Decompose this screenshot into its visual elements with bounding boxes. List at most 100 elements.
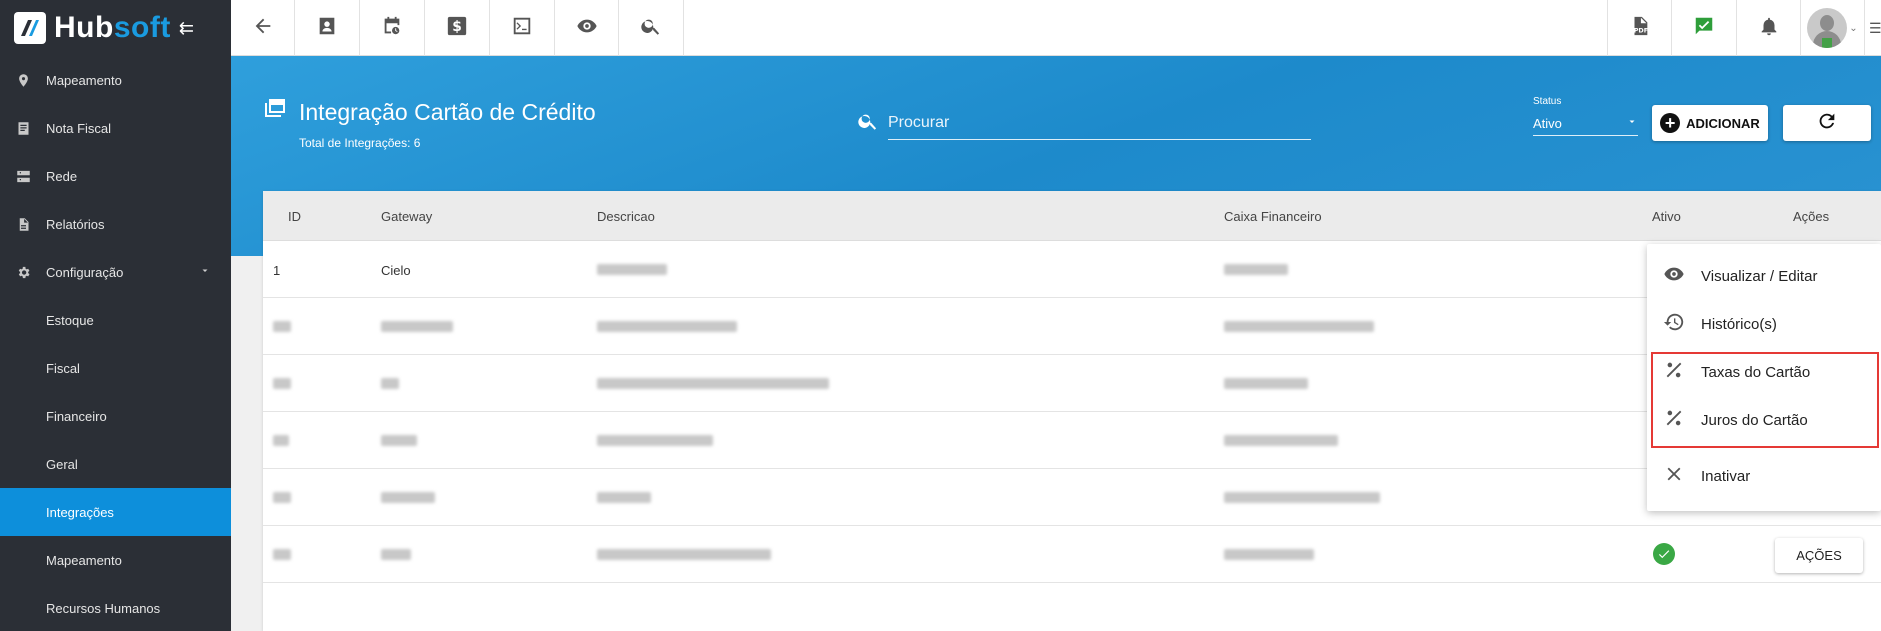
status-label: Status [1533,96,1562,107]
table-row[interactable]: 1 Cielo [263,241,1881,298]
menu-item-label: Visualizar / Editar [1701,267,1818,285]
table-row[interactable] [263,469,1881,526]
cell-gateway-redacted [381,320,453,335]
sidebar-sub-fiscal[interactable]: Fiscal [0,344,231,392]
table-row[interactable] [263,412,1881,469]
cell-caixa-redacted [1224,263,1288,278]
column-header-id[interactable]: ID [288,209,301,224]
schedule-icon [381,15,403,42]
search-button[interactable] [619,0,684,56]
status-value: Ativo [1533,116,1562,131]
cell-caixa-redacted [1224,491,1380,506]
sidebar-sub-geral[interactable]: Geral [0,440,231,488]
sidebar-item-label: Relatórios [46,216,105,232]
avatar [1807,8,1848,48]
sidebar-item-label: Mapeamento [46,72,122,88]
add-button[interactable]: + ADICIONAR [1652,105,1768,141]
cell-id-redacted [273,548,291,563]
cell-gateway-redacted [381,377,399,392]
user-menu-button[interactable]: ⌄ [1800,0,1864,56]
cell-id: 1 [273,263,281,278]
notifications-button[interactable] [1736,0,1800,56]
sidebar-sub-financeiro[interactable]: Financeiro [0,392,231,440]
status-select[interactable]: Ativo [1533,112,1638,136]
add-button-label: ADICIONAR [1686,115,1760,131]
contact-icon [316,15,338,42]
cell-caixa-redacted [1224,434,1338,449]
sidebar-item-label: Rede [46,168,78,184]
cell-gateway: Cielo [381,263,411,278]
sidebar-sub-integracoes[interactable]: Integrações [0,488,231,536]
terminal-button[interactable] [490,0,555,56]
eye-icon [1647,263,1701,289]
back-button[interactable] [231,0,295,56]
topbar: $ PDF ⌄ ☰ [231,0,1881,56]
sidebar-sub-estoque[interactable]: Estoque [0,296,231,344]
view-button[interactable] [555,0,619,56]
list-menu-button[interactable]: ☰ [1864,0,1881,56]
highlight-box [1651,352,1879,448]
logo-bar: Hubsoft ⇇ [0,0,231,56]
close-icon [1647,463,1701,489]
table-row[interactable]: AÇÕES [263,526,1881,583]
column-header-caixa[interactable]: Caixa Financeiro [1224,209,1322,224]
sidebar-item-label: Configuração [46,264,124,280]
column-header-acoes: Ações [1793,209,1830,224]
sidebar: Hubsoft ⇇ Mapeamento Nota Fiscal Rede Re… [0,0,231,631]
server-icon [0,169,46,184]
cell-caixa-redacted [1224,377,1308,392]
cell-caixa-redacted [1224,548,1314,563]
page-subtitle: Total de Integrações: 6 [299,136,421,150]
chevron-down-icon [199,265,211,280]
sidebar-item-configuracao[interactable]: Configuração [0,248,231,296]
table-row[interactable] [263,298,1881,355]
active-check-icon [1653,543,1675,565]
sidebar-item-mapeamento[interactable]: Mapeamento [0,56,231,104]
collapse-menu-icon[interactable]: ⇇ [179,18,194,39]
schedule-button[interactable] [360,0,425,56]
cards-icon [263,97,299,127]
back-arrow-icon [252,15,274,42]
sidebar-item-nota-fiscal[interactable]: Nota Fiscal [0,104,231,152]
list-icon: ☰ [1869,19,1881,36]
refresh-button[interactable] [1783,105,1871,141]
search-icon [640,15,662,42]
cell-descricao-redacted [597,548,771,563]
page-title: Integração Cartão de Crédito [263,97,596,127]
menu-item-label: Histórico(s) [1701,315,1777,333]
table-row[interactable] [263,355,1881,412]
pdf-button[interactable]: PDF [1607,0,1671,56]
logo-mark [14,12,46,44]
cell-descricao-redacted [597,263,667,278]
history-icon [1647,311,1701,337]
column-header-descricao[interactable]: Descricao [597,209,655,224]
search-input[interactable] [888,106,1311,140]
sidebar-item-rede[interactable]: Rede [0,152,231,200]
logo-text[interactable]: Hubsoft [54,11,171,45]
actions-button[interactable]: AÇÕES [1775,538,1863,573]
cell-id-redacted [273,377,291,392]
menu-item-label: Inativar [1701,467,1751,485]
column-header-gateway[interactable]: Gateway [381,209,432,224]
menu-item-historico[interactable]: Histórico(s) [1647,300,1881,348]
sidebar-item-label: Nota Fiscal [46,120,112,136]
sidebar-item-relatorios[interactable]: Relatórios [0,200,231,248]
menu-item-visualizar-editar[interactable]: Visualizar / Editar [1647,252,1881,300]
contacts-button[interactable] [295,0,360,56]
integrations-table: ID Gateway Descricao Caixa Financeiro At… [263,191,1881,631]
column-header-ativo[interactable]: Ativo [1652,209,1681,224]
bell-icon [1758,15,1780,42]
cell-id-redacted [273,434,289,449]
menu-item-inativar[interactable]: Inativar [1647,452,1881,500]
finance-button[interactable]: $ [425,0,490,56]
svg-text:$: $ [452,19,462,35]
messages-button[interactable] [1671,0,1736,56]
table-header: ID Gateway Descricao Caixa Financeiro At… [263,191,1881,241]
cell-gateway-redacted [381,491,435,506]
cell-gateway-redacted [381,434,417,449]
sidebar-sub-recursos-humanos[interactable]: Recursos Humanos [0,584,231,631]
chat-check-icon [1693,15,1715,42]
sidebar-sub-mapeamento[interactable]: Mapeamento [0,536,231,584]
receipt-icon [0,121,46,136]
cell-caixa-redacted [1224,320,1374,335]
